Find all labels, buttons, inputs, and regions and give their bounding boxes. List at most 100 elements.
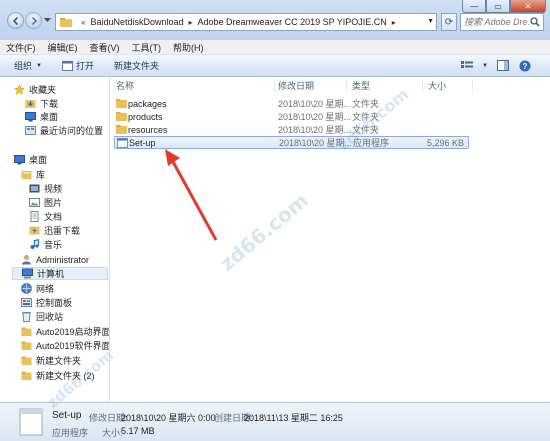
- nav-control-panel[interactable]: 控制面板: [21, 296, 109, 309]
- file-date: 2018\10\20 星期...: [278, 125, 352, 135]
- address-history-dropdown-icon[interactable]: ▼: [427, 18, 434, 25]
- view-list-icon: [461, 60, 474, 68]
- nav-libraries[interactable]: 库: [21, 168, 109, 181]
- nav-downloads[interactable]: 下载: [25, 97, 109, 110]
- preview-pane-button[interactable]: [496, 59, 510, 72]
- recent-pages-dropdown-icon[interactable]: [44, 18, 51, 23]
- navigation-pane: 收藏夹 下载 桌面 最近访问的位置 桌面 库 视频 图片 文档 迅雷下载 音乐: [0, 77, 110, 402]
- breadcrumb-separator[interactable]: ▸: [189, 18, 193, 27]
- command-bar: 组织 ▼ 打开 新建文件夹 ▼ ?: [0, 55, 550, 77]
- nav-label: Auto2019启动界面: [36, 327, 110, 337]
- file-name: resources: [128, 124, 168, 135]
- column-header-name[interactable]: 名称: [116, 79, 134, 92]
- nav-label: 新建文件夹: [36, 356, 82, 366]
- column-divider[interactable]: [472, 79, 473, 91]
- chevron-down-icon: ▼: [36, 62, 42, 69]
- folder-icon: [116, 125, 127, 134]
- nav-label: 桌面: [29, 155, 48, 165]
- breadcrumb-separator[interactable]: ▸: [392, 18, 396, 27]
- menu-view[interactable]: 查看(V): [90, 41, 120, 54]
- nav-recent-places[interactable]: 最近访问的位置: [25, 124, 109, 137]
- organize-button[interactable]: 组织 ▼: [14, 59, 42, 72]
- nav-desktop-root[interactable]: 桌面: [14, 153, 109, 166]
- column-divider[interactable]: [274, 79, 275, 91]
- minimize-button[interactable]: —: [462, 0, 486, 13]
- folder-icon: [21, 371, 32, 380]
- nav-folder-auto2019-software[interactable]: Auto2019软件界面: [21, 339, 109, 352]
- address-bar[interactable]: « BaiduNetdiskDownload ▸ Adobe Dreamweav…: [55, 13, 437, 31]
- file-name: Set-up: [129, 137, 156, 148]
- arrow-right-icon: [31, 16, 38, 26]
- folder-icon: [116, 112, 127, 121]
- nav-music[interactable]: 音乐: [29, 238, 109, 251]
- nav-network[interactable]: 网络: [21, 282, 109, 295]
- forward-button[interactable]: [25, 12, 42, 29]
- pictures-icon: [29, 198, 40, 207]
- nav-folder-auto2019-startup[interactable]: Auto2019启动界面: [21, 325, 110, 338]
- file-row-resources[interactable]: resources 2018\10\20 星期... 文件夹: [114, 123, 469, 136]
- application-icon: [117, 138, 128, 148]
- breadcrumb-item[interactable]: Adobe Dreamweaver CC 2019 SP YIPOJIE.CN: [198, 17, 387, 27]
- column-divider[interactable]: [346, 79, 347, 91]
- nav-documents[interactable]: 文档: [29, 210, 109, 223]
- file-row-setup[interactable]: Set-up 2018\10\20 星期... 应用程序 5,296 KB: [114, 136, 469, 149]
- file-size: 5,296 KB: [426, 137, 464, 148]
- recycle-bin-icon: [22, 312, 31, 322]
- thunder-download-icon: [29, 226, 40, 235]
- menu-edit[interactable]: 编辑(E): [48, 41, 78, 54]
- back-button[interactable]: [7, 12, 24, 29]
- menu-help[interactable]: 帮助(H): [173, 41, 204, 54]
- details-size-value: 5.17 MB: [121, 426, 155, 436]
- help-button[interactable]: ?: [518, 59, 532, 72]
- new-folder-button[interactable]: 新建文件夹: [114, 59, 159, 72]
- documents-icon: [30, 211, 39, 222]
- file-row-products[interactable]: products 2018\10\20 星期... 文件夹: [114, 110, 469, 123]
- desktop-icon: [25, 112, 36, 122]
- preview-pane-icon: [497, 60, 509, 71]
- view-options-dropdown-icon[interactable]: ▼: [482, 63, 488, 69]
- search-box[interactable]: [460, 13, 544, 31]
- breadcrumb-item[interactable]: BaiduNetdiskDownload: [90, 17, 183, 27]
- star-icon: [14, 84, 25, 95]
- nav-label: 控制面板: [36, 298, 73, 308]
- nav-label: 音乐: [44, 240, 63, 250]
- change-view-button[interactable]: [460, 59, 474, 72]
- menu-file[interactable]: 文件(F): [6, 41, 36, 54]
- nav-pictures[interactable]: 图片: [29, 196, 109, 209]
- search-input[interactable]: [464, 17, 530, 27]
- desktop-icon: [14, 155, 25, 165]
- nav-folder-new-2[interactable]: 新建文件夹 (2): [21, 369, 109, 382]
- nav-administrator[interactable]: Administrator: [21, 253, 109, 266]
- refresh-button[interactable]: ⟳: [441, 13, 457, 31]
- column-header-date[interactable]: 修改日期: [278, 79, 314, 92]
- refresh-icon: ⟳: [444, 16, 454, 28]
- file-list: 名称 修改日期 类型 大小 packages 2018\10\20 星期... …: [110, 77, 550, 402]
- nav-thunder-downloads[interactable]: 迅雷下载: [29, 224, 109, 237]
- column-header-type[interactable]: 类型: [352, 79, 370, 92]
- nav-favorites[interactable]: 收藏夹: [14, 83, 109, 96]
- nav-label: 最近访问的位置: [40, 126, 104, 136]
- nav-desktop[interactable]: 桌面: [25, 110, 109, 123]
- application-large-icon: [19, 408, 43, 436]
- file-name: packages: [128, 98, 167, 109]
- file-date: 2018\10\20 星期...: [278, 112, 352, 122]
- organize-label: 组织: [14, 61, 33, 71]
- column-header-size[interactable]: 大小: [428, 79, 446, 92]
- maximize-button[interactable]: ▭: [486, 0, 510, 13]
- nav-label: 文档: [44, 212, 63, 222]
- nav-folder-new[interactable]: 新建文件夹: [21, 354, 109, 367]
- nav-recycle-bin[interactable]: 回收站: [21, 310, 109, 323]
- column-divider[interactable]: [422, 79, 423, 91]
- search-icon[interactable]: [530, 17, 540, 27]
- open-icon: [61, 60, 73, 71]
- title-bar: « BaiduNetdiskDownload ▸ Adobe Dreamweav…: [0, 0, 550, 40]
- control-panel-icon: [21, 298, 32, 307]
- music-icon: [30, 239, 40, 249]
- file-type: 应用程序: [353, 138, 390, 148]
- open-button[interactable]: 打开: [61, 59, 94, 72]
- close-button[interactable]: ✕: [510, 0, 546, 13]
- file-row-packages[interactable]: packages 2018\10\20 星期... 文件夹: [114, 97, 469, 110]
- nav-computer[interactable]: 计算机: [12, 267, 108, 280]
- menu-tools[interactable]: 工具(T): [132, 41, 162, 54]
- nav-videos[interactable]: 视频: [29, 182, 109, 195]
